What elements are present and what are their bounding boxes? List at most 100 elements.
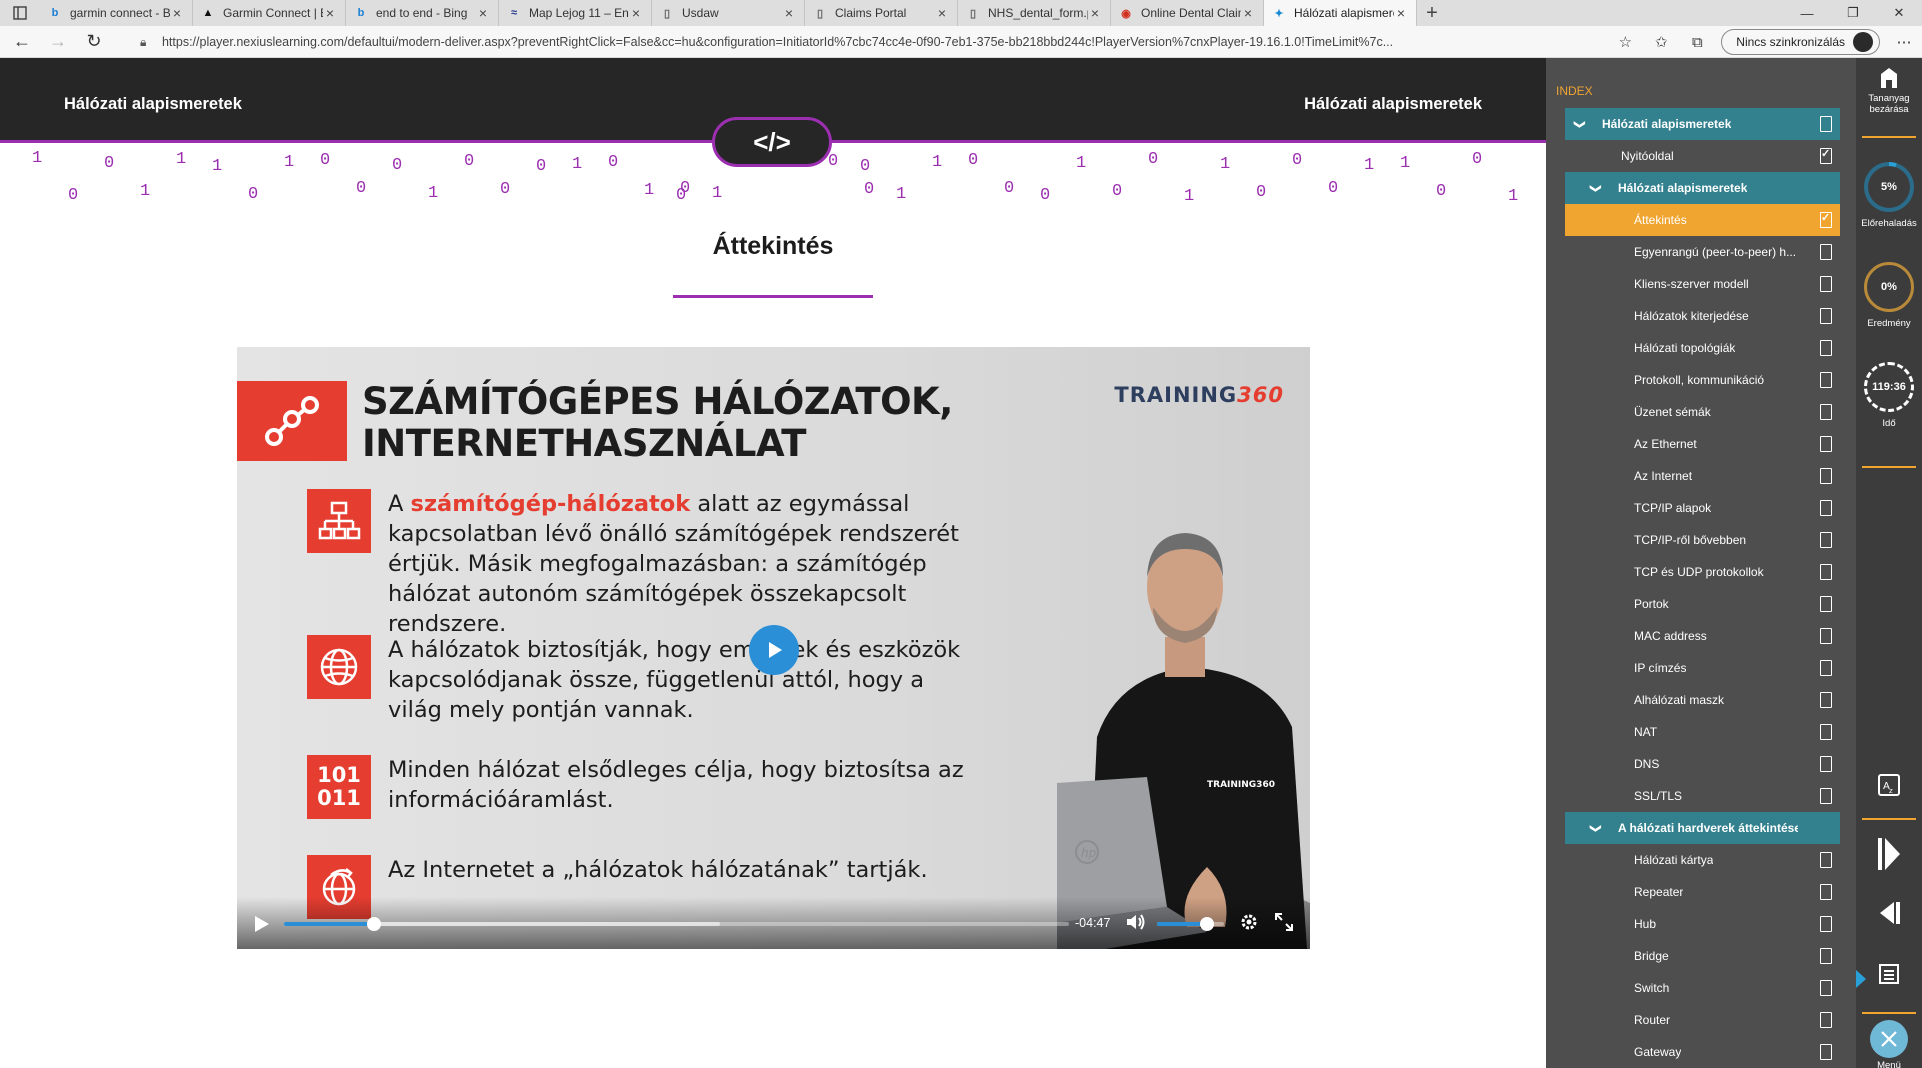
binary-digit: 0 <box>104 154 115 173</box>
index-item[interactable]: Repeater <box>1565 876 1840 908</box>
index-item[interactable]: Bridge <box>1565 940 1840 972</box>
close-hand-icon <box>1881 68 1897 88</box>
index-item[interactable]: DNS <box>1565 748 1840 780</box>
browser-tab[interactable]: b end to end - Bing × <box>346 0 499 26</box>
page-icon <box>1820 852 1832 868</box>
previous-page-button[interactable] <box>1856 898 1922 931</box>
index-item[interactable]: MAC address <box>1565 620 1840 652</box>
glossary-button[interactable]: Az <box>1856 774 1922 799</box>
close-window-button[interactable]: ✕ <box>1876 0 1922 26</box>
binary-digit: 1 <box>212 157 223 176</box>
index-item[interactable]: SSL/TLS <box>1565 780 1840 812</box>
index-item[interactable]: Alhálózati maszk <box>1565 684 1840 716</box>
index-item[interactable]: Üzenet sémák <box>1565 396 1840 428</box>
favorites-icon[interactable]: ✩ <box>1643 26 1679 58</box>
close-tab-icon[interactable]: × <box>1394 5 1408 21</box>
index-item[interactable]: Hálózati topológiák <box>1565 332 1840 364</box>
binary-digit: 0 <box>536 157 547 176</box>
close-course-button[interactable]: Tananyag bezárása <box>1856 68 1922 115</box>
sync-button[interactable]: Nincs szinkronizálás <box>1721 29 1880 55</box>
fullscreen-icon[interactable] <box>1274 912 1296 934</box>
close-tab-icon[interactable]: × <box>170 5 184 21</box>
binary-digit: 0 <box>1040 186 1051 205</box>
index-item[interactable]: Nyitóoldal <box>1565 140 1840 172</box>
volume-slider[interactable] <box>1157 917 1224 931</box>
more-menu-icon[interactable]: ⋯ <box>1886 26 1922 58</box>
reload-button[interactable]: ↻ <box>76 26 112 58</box>
browser-tab[interactable]: ◉ Online Dental Claim × <box>1111 0 1264 26</box>
close-tab-icon[interactable]: × <box>1241 5 1255 21</box>
index-item[interactable]: Hálózati kártya <box>1565 844 1840 876</box>
index-item[interactable]: TCP/IP-ről bővebben <box>1565 524 1840 556</box>
settings-gear-icon[interactable] <box>1239 912 1261 934</box>
big-play-button[interactable] <box>749 625 799 675</box>
index-section[interactable]: ❯ A hálózati hardverek áttekintése <box>1565 812 1840 844</box>
browser-tab[interactable]: ✦ Hálózati alapismeretek× <box>1264 0 1417 26</box>
close-course-label-2: bezárása <box>1869 104 1909 115</box>
index-item[interactable]: Hub <box>1565 908 1840 940</box>
favorite-add-icon[interactable]: ☆ <box>1607 26 1643 58</box>
index-item[interactable]: Gateway <box>1565 1036 1840 1068</box>
index-item[interactable]: TCP/IP alapok <box>1565 492 1840 524</box>
tab-actions-button[interactable] <box>0 0 40 26</box>
bullet-1-highlight: számítógép-hálózatok <box>410 491 691 517</box>
shirt-logo-text: TRAINING360 <box>1207 780 1275 790</box>
seek-bar[interactable] <box>284 917 1069 931</box>
tab-actions-icon <box>13 6 27 20</box>
index-item[interactable]: Hálózatok kiterjedése <box>1565 300 1840 332</box>
browser-tab[interactable]: ▯ Claims Portal × <box>805 0 958 26</box>
close-tab-icon[interactable]: × <box>935 5 949 21</box>
url-text: https://player.nexiuslearning.com/defaul… <box>161 35 1394 49</box>
url-field[interactable]: 🔒︎ https://player.nexiuslearning.com/def… <box>140 28 1580 56</box>
back-button[interactable]: ← <box>4 26 40 58</box>
index-section[interactable]: ❯ Hálózati alapismeretek <box>1565 108 1840 140</box>
browser-tab[interactable]: ≈ Map Lejog 11 – End To× <box>499 0 652 26</box>
index-item[interactable]: Portok <box>1565 588 1840 620</box>
index-item[interactable]: Áttekintés <box>1565 204 1840 236</box>
close-tab-icon[interactable]: × <box>629 5 643 21</box>
play-button[interactable] <box>251 913 273 935</box>
index-item[interactable]: NAT <box>1565 716 1840 748</box>
index-item[interactable]: Az Ethernet <box>1565 428 1840 460</box>
chevron-down-icon[interactable]: ❯ <box>1590 181 1603 195</box>
collections-icon[interactable]: ⧉ <box>1679 26 1715 58</box>
index-item[interactable]: Kliens-szerver modell <box>1565 268 1840 300</box>
index-item[interactable]: TCP és UDP protokollok <box>1565 556 1840 588</box>
browser-tab[interactable]: ▲ Garmin Connect | Beje× <box>193 0 346 26</box>
binary-digit: 0 <box>864 180 875 199</box>
index-item[interactable]: Switch <box>1565 972 1840 1004</box>
index-item[interactable]: IP címzés <box>1565 652 1840 684</box>
index-item[interactable]: Az Internet <box>1565 460 1840 492</box>
pdf-icon: ▯ <box>969 7 977 20</box>
index-section[interactable]: ❯ Hálózati alapismeretek <box>1565 172 1840 204</box>
seek-handle[interactable] <box>367 917 382 931</box>
volume-icon[interactable] <box>1125 912 1149 934</box>
new-tab-button[interactable]: + <box>1417 0 1447 26</box>
close-tab-icon[interactable]: × <box>476 5 490 21</box>
index-item[interactable]: Protokoll, kommunikáció <box>1565 364 1840 396</box>
progress-ring: 5% <box>1864 162 1914 212</box>
next-page-button[interactable] <box>1856 834 1922 877</box>
window-controls: — ❐ ✕ <box>1784 0 1922 26</box>
close-tab-icon[interactable]: × <box>323 5 337 21</box>
browser-tab[interactable]: ▯ Usdaw × <box>652 0 805 26</box>
brand-number: 360 <box>1237 383 1284 407</box>
browser-tab[interactable]: b garmin connect - Bing× <box>40 0 193 26</box>
browser-tab[interactable]: ▯ NHS_dental_form.pdf× <box>958 0 1111 26</box>
chevron-down-icon[interactable]: ❯ <box>1590 821 1603 835</box>
binary-digit: 0 <box>356 179 367 198</box>
minimize-button[interactable]: — <box>1784 0 1830 26</box>
player-icon: ✦ <box>1274 7 1284 20</box>
maximize-button[interactable]: ❐ <box>1830 0 1876 26</box>
page-icon <box>1820 756 1832 772</box>
close-tab-icon[interactable]: × <box>1088 5 1102 21</box>
timer-ring: 119:36 <box>1864 362 1914 412</box>
close-tab-icon[interactable]: × <box>782 5 796 21</box>
video-player[interactable]: SZÁMÍTÓGÉPES HÁLÓZATOK, INTERNETHASZNÁLA… <box>237 347 1310 949</box>
index-item[interactable]: Router <box>1565 1004 1840 1036</box>
forward-button[interactable]: → <box>40 26 76 58</box>
volume-handle[interactable] <box>1199 917 1214 931</box>
menu-button[interactable]: Menü <box>1856 1020 1922 1068</box>
chevron-down-icon[interactable]: ❯ <box>1574 117 1587 131</box>
index-item[interactable]: Egyenrangú (peer-to-peer) h... <box>1565 236 1840 268</box>
